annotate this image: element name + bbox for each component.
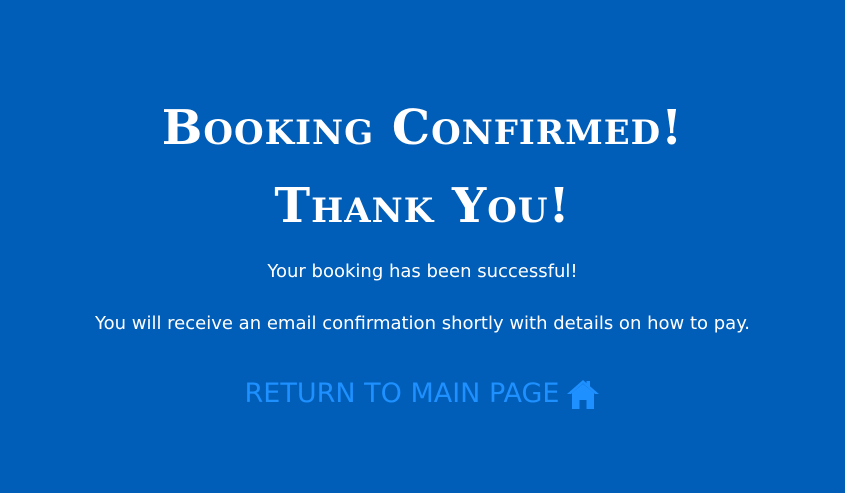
confirmation-page: Booking Confirmed! Thank You! Your booki… [0, 0, 845, 493]
return-link-label: RETURN TO MAIN PAGE [244, 378, 560, 409]
email-confirmation-message: You will receive an email confirmation s… [94, 313, 750, 334]
thank-you-heading: Thank You! [274, 178, 571, 234]
home-icon [566, 378, 600, 410]
success-message: Your booking has been successful! [267, 261, 578, 282]
return-to-main-page-link[interactable]: RETURN TO MAIN PAGE [0, 376, 845, 412]
page-title: Booking Confirmed! [161, 100, 684, 156]
